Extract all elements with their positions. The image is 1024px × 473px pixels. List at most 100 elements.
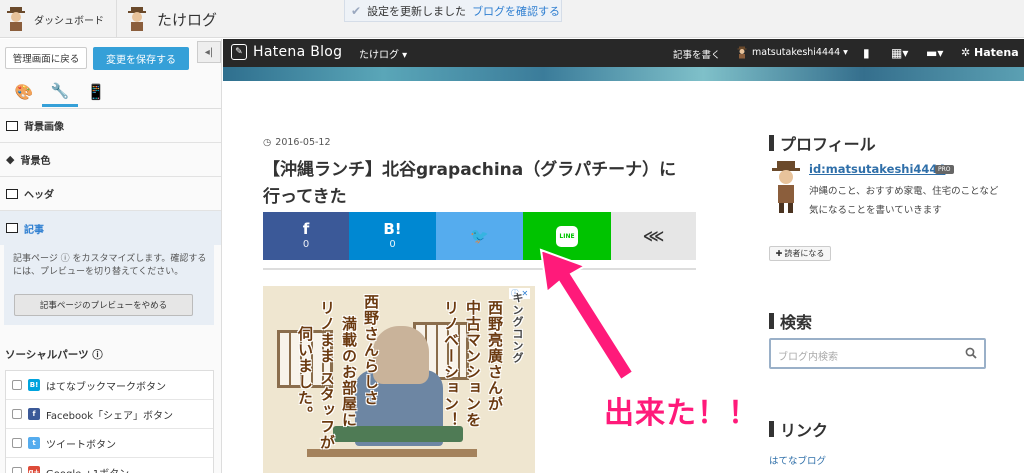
clock-icon: ◷	[263, 137, 272, 148]
profile-avatar[interactable]	[769, 159, 803, 215]
social-icon: f	[28, 408, 40, 420]
ad-text-column: 西野さんらしさ	[362, 294, 380, 406]
social-icon: B!	[28, 379, 40, 391]
sidebar-tabs: 🎨 🔧 📱	[0, 77, 221, 109]
share-count: 0	[389, 238, 396, 250]
profile-title-text: プロフィール	[780, 135, 876, 154]
menu-article[interactable]: 記事	[0, 211, 221, 245]
ad-text-column: 中古マンションを	[464, 300, 482, 428]
annotation-arrow-icon	[539, 248, 635, 382]
article-description: 記事ページ ⓘ をカスタマイズします。確認するには、プレビューを切り替えてくださ…	[13, 254, 207, 277]
blog-menu[interactable]: たけログ ▾	[359, 46, 407, 61]
ad-text-column: 満載のお部屋に	[340, 316, 358, 428]
link-hatena-blog[interactable]: はてなブログ	[769, 453, 826, 467]
profile-title: プロフィール	[769, 131, 876, 155]
tab-customize[interactable]: 🔧	[42, 77, 78, 107]
menu-label: 背景画像	[24, 122, 64, 133]
social-icon: t	[28, 437, 40, 449]
search-input[interactable]: ブログ内検索	[769, 338, 986, 369]
social-item[interactable]: g+ Google +1ボタン	[6, 458, 213, 473]
ad-text-column: 西野亮廣さんが	[486, 300, 504, 412]
social-item[interactable]: B! はてなブックマークボタン	[6, 371, 213, 400]
user-menu[interactable]: matsutakeshi4444 ▾	[736, 46, 848, 59]
hatebu-icon: B!	[383, 219, 402, 238]
menu-background-color[interactable]: ◆ 背景色	[0, 143, 221, 177]
profile-id-link[interactable]: id:matsutakeshi4444	[809, 162, 945, 176]
subscribe-button[interactable]: ✚ 読者になる	[769, 246, 831, 261]
post-title[interactable]: 【沖縄ランチ】北谷grapachina（グラパチーナ）に行ってきた	[263, 157, 693, 211]
checkbox[interactable]	[12, 438, 22, 448]
ad-bench	[333, 426, 463, 442]
pro-badge: PRO	[935, 165, 954, 174]
menu-label: 背景色	[20, 156, 51, 167]
menu-background-image[interactable]: 背景画像	[0, 109, 221, 143]
notice-text: 設定を更新しました	[367, 4, 467, 18]
logo-text: Hatena Blog	[253, 44, 343, 60]
social-item[interactable]: t ツイートボタン	[6, 429, 213, 458]
back-to-admin-button[interactable]: 管理画面に戻る	[5, 47, 87, 69]
hatena-logo-icon: ✎	[231, 44, 247, 60]
social-icon: g+	[28, 466, 40, 473]
tab-design[interactable]: 🎨	[6, 77, 42, 107]
search-title-text: 検索	[780, 313, 813, 332]
article-icon	[6, 223, 18, 233]
checkbox[interactable]	[12, 409, 22, 419]
social-item-label: Facebook「シェア」ボタン	[46, 410, 173, 422]
ad-person-head	[373, 326, 429, 384]
ad-text-column: リノまま スタッフが	[318, 300, 336, 451]
user-avatar-icon	[737, 46, 747, 59]
checkbox[interactable]	[12, 380, 22, 390]
search-icon[interactable]	[965, 347, 977, 359]
save-changes-button[interactable]: 変更を保存する	[93, 47, 189, 70]
tab-smartphone[interactable]: 📱	[78, 77, 114, 107]
checkbox[interactable]	[12, 467, 22, 473]
subscribe-label: 読者になる	[784, 249, 825, 258]
share-icon: ⋘	[642, 226, 665, 245]
collapse-sidebar-button[interactable]: ◂|	[197, 41, 221, 63]
social-item[interactable]: f Facebook「シェア」ボタン	[6, 400, 213, 429]
social-parts-title: ソーシャルパーツ ⓘ	[5, 349, 103, 361]
customize-sidebar: 管理画面に戻る 変更を保存する ◂| 🎨 🔧 📱 背景画像 ◆ 背景色 ヘッダ	[0, 39, 222, 473]
facebook-share-button[interactable]: f0	[263, 212, 349, 260]
paint-bucket-icon: ◆	[6, 153, 15, 166]
menu-label: ヘッダ	[24, 190, 54, 201]
palette-icon: 🎨	[14, 83, 34, 101]
blog-name: たけログ	[157, 10, 218, 29]
user-avatar-icon	[7, 7, 25, 31]
menu-header[interactable]: ヘッダ	[0, 177, 221, 211]
blog-name-link[interactable]: たけログ	[116, 0, 217, 38]
plus-icon: ✚	[775, 249, 783, 258]
write-article-link[interactable]: 記事を書く	[673, 47, 721, 61]
header-banner-image	[223, 67, 1024, 81]
image-icon	[6, 120, 18, 131]
share-count: 0	[302, 238, 310, 250]
social-item-label: はてなブックマークボタン	[46, 381, 166, 393]
menu-label: 記事	[24, 224, 44, 236]
social-item-label: ツイートボタン	[46, 439, 116, 451]
stop-preview-button[interactable]: 記事ページのプレビューをやめる	[14, 294, 193, 316]
links-title: リンク	[769, 417, 828, 441]
notification-icon[interactable]: ▬▾	[926, 46, 943, 60]
date-text: 2016-05-12	[275, 137, 331, 148]
view-blog-link[interactable]: ブログを確認する	[472, 3, 560, 19]
dashboard-link[interactable]: ダッシュボード	[4, 4, 104, 34]
twitter-icon: 🐦	[470, 226, 489, 245]
dashboard-label: ダッシュボード	[34, 15, 104, 27]
ad-text-column: 伺いました。	[296, 326, 314, 422]
search-placeholder: ブログ内検索	[778, 352, 838, 363]
blog-preview: ✎ Hatena Blog たけログ ▾ 記事を書く matsutakeshi4…	[223, 39, 1024, 473]
apps-grid-icon[interactable]: ▦▾	[891, 46, 908, 60]
smartphone-icon: 📱	[86, 83, 106, 101]
top-admin-bar: ダッシュボード たけログ ✔ 設定を更新しました ブログを確認する	[0, 0, 1024, 38]
twitter-share-button[interactable]: 🐦	[436, 212, 523, 260]
hatebu-share-button[interactable]: B! 0	[349, 212, 436, 260]
article-settings-panel: 記事ページ ⓘ をカスタマイズします。確認するには、プレビューを切り替えてくださ…	[4, 245, 214, 325]
hatena-blog-logo[interactable]: ✎ Hatena Blog	[231, 44, 342, 60]
update-notice: ✔ 設定を更新しました ブログを確認する	[344, 0, 562, 22]
user-name: matsutakeshi4444 ▾	[752, 47, 848, 58]
bookmark-icon[interactable]: ▮	[863, 46, 870, 60]
advertisement[interactable]: ⓘ ✕ キングコング 西野亮廣さんが 中古マンションを リノベーション！ 西野さんらしさ…	[263, 286, 535, 473]
post-date: ◷ 2016-05-12	[263, 137, 331, 148]
hatena-link[interactable]: ✲ Hatena	[961, 46, 1019, 59]
hatena-label: Hatena	[974, 46, 1019, 59]
